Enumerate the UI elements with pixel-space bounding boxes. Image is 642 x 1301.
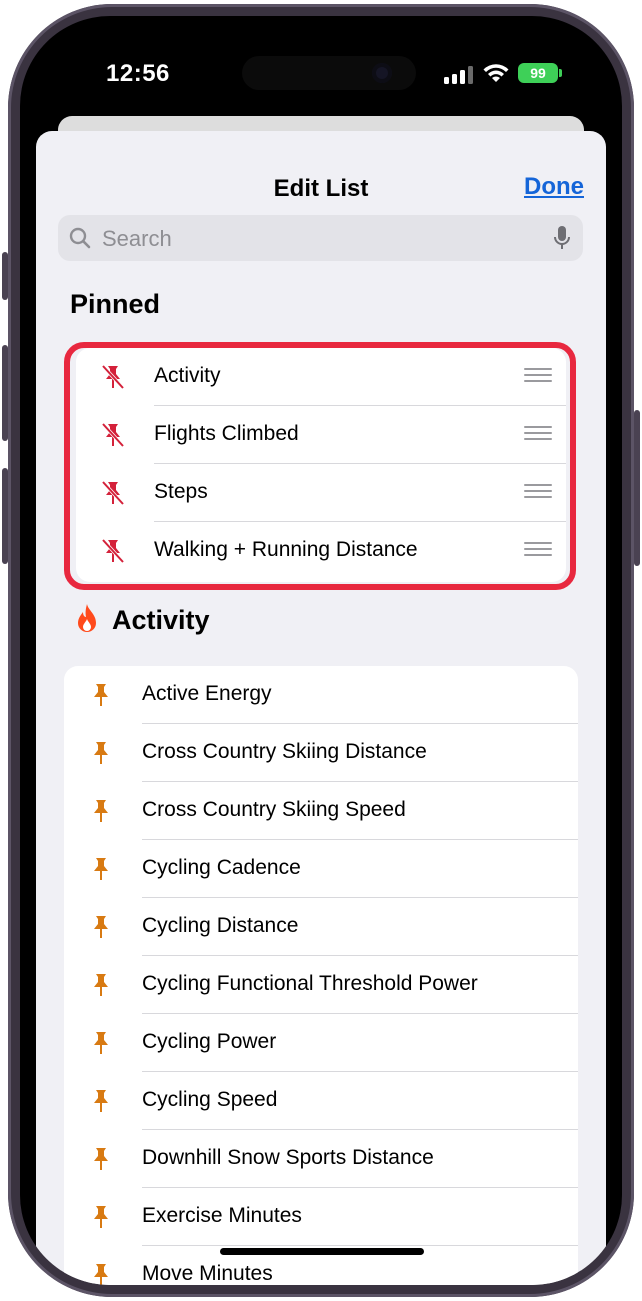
flame-icon (78, 604, 96, 632)
side-button (634, 410, 640, 566)
list-item-label: Active Energy (142, 682, 272, 705)
list-item-label: Cycling Cadence (142, 856, 301, 879)
activity-list-item[interactable]: Cycling Power (64, 1014, 578, 1072)
activity-list-item[interactable]: Cycling Speed (64, 1072, 578, 1130)
activity-list-item[interactable]: Active Energy (64, 666, 578, 724)
action-button (2, 252, 8, 300)
edit-list-sheet: Edit List Done Pinned ActivityFlights Cl… (36, 131, 606, 1285)
pin-icon[interactable] (88, 1262, 114, 1285)
activity-list-item[interactable]: Cycling Cadence (64, 840, 578, 898)
pinned-highlight-box (64, 342, 576, 590)
activity-list-item[interactable]: Cycling Distance (64, 898, 578, 956)
camera-icon (372, 63, 392, 83)
done-button[interactable]: Done (524, 173, 584, 201)
wifi-icon (483, 64, 509, 82)
list-item-label: Cycling Speed (142, 1088, 278, 1111)
home-indicator (220, 1248, 424, 1255)
activity-section-title: Activity (112, 605, 210, 635)
pin-icon[interactable] (88, 1030, 114, 1056)
screen: 12:56 99 Edit List Done Pinned (20, 16, 622, 1285)
pin-icon[interactable] (88, 1146, 114, 1172)
battery-tip (559, 69, 562, 77)
battery-level: 99 (518, 63, 558, 83)
list-item-label: Cross Country Skiing Distance (142, 740, 427, 763)
activity-list-item[interactable]: Downhill Snow Sports Distance (64, 1130, 578, 1188)
activity-list: Active Energy Cross Country Skiing Distan… (64, 666, 578, 1285)
pin-icon[interactable] (88, 972, 114, 998)
list-item-label: Downhill Snow Sports Distance (142, 1146, 434, 1169)
pin-icon[interactable] (88, 914, 114, 940)
activity-list-item[interactable]: Exercise Minutes (64, 1188, 578, 1246)
pin-icon[interactable] (88, 1204, 114, 1230)
search-input[interactable] (100, 215, 534, 263)
search-bar[interactable] (58, 215, 583, 263)
pin-icon[interactable] (88, 1088, 114, 1114)
activity-list-item[interactable]: Cross Country Skiing Distance (64, 724, 578, 782)
list-item-label: Move Minutes (142, 1262, 273, 1285)
activity-list-item[interactable]: Cross Country Skiing Speed (64, 782, 578, 840)
list-item-label: Cycling Distance (142, 914, 299, 937)
activity-list-item[interactable]: Cycling Functional Threshold Power (64, 956, 578, 1014)
volume-up-button (2, 345, 8, 441)
pinned-section-title: Pinned (70, 289, 161, 319)
list-item-label: Exercise Minutes (142, 1204, 302, 1227)
microphone-icon[interactable] (553, 225, 571, 251)
status-time: 12:56 (106, 60, 170, 87)
list-item-label: Cross Country Skiing Speed (142, 798, 406, 821)
pin-icon[interactable] (88, 856, 114, 882)
pin-icon[interactable] (88, 798, 114, 824)
list-item-label: Cycling Functional Threshold Power (142, 972, 478, 995)
volume-down-button (2, 468, 8, 564)
cellular-signal-icon (444, 66, 476, 84)
pin-icon[interactable] (88, 740, 114, 766)
page-title: Edit List (273, 175, 369, 202)
list-item-label: Cycling Power (142, 1030, 277, 1053)
search-icon (69, 227, 91, 249)
pin-icon[interactable] (88, 682, 114, 708)
